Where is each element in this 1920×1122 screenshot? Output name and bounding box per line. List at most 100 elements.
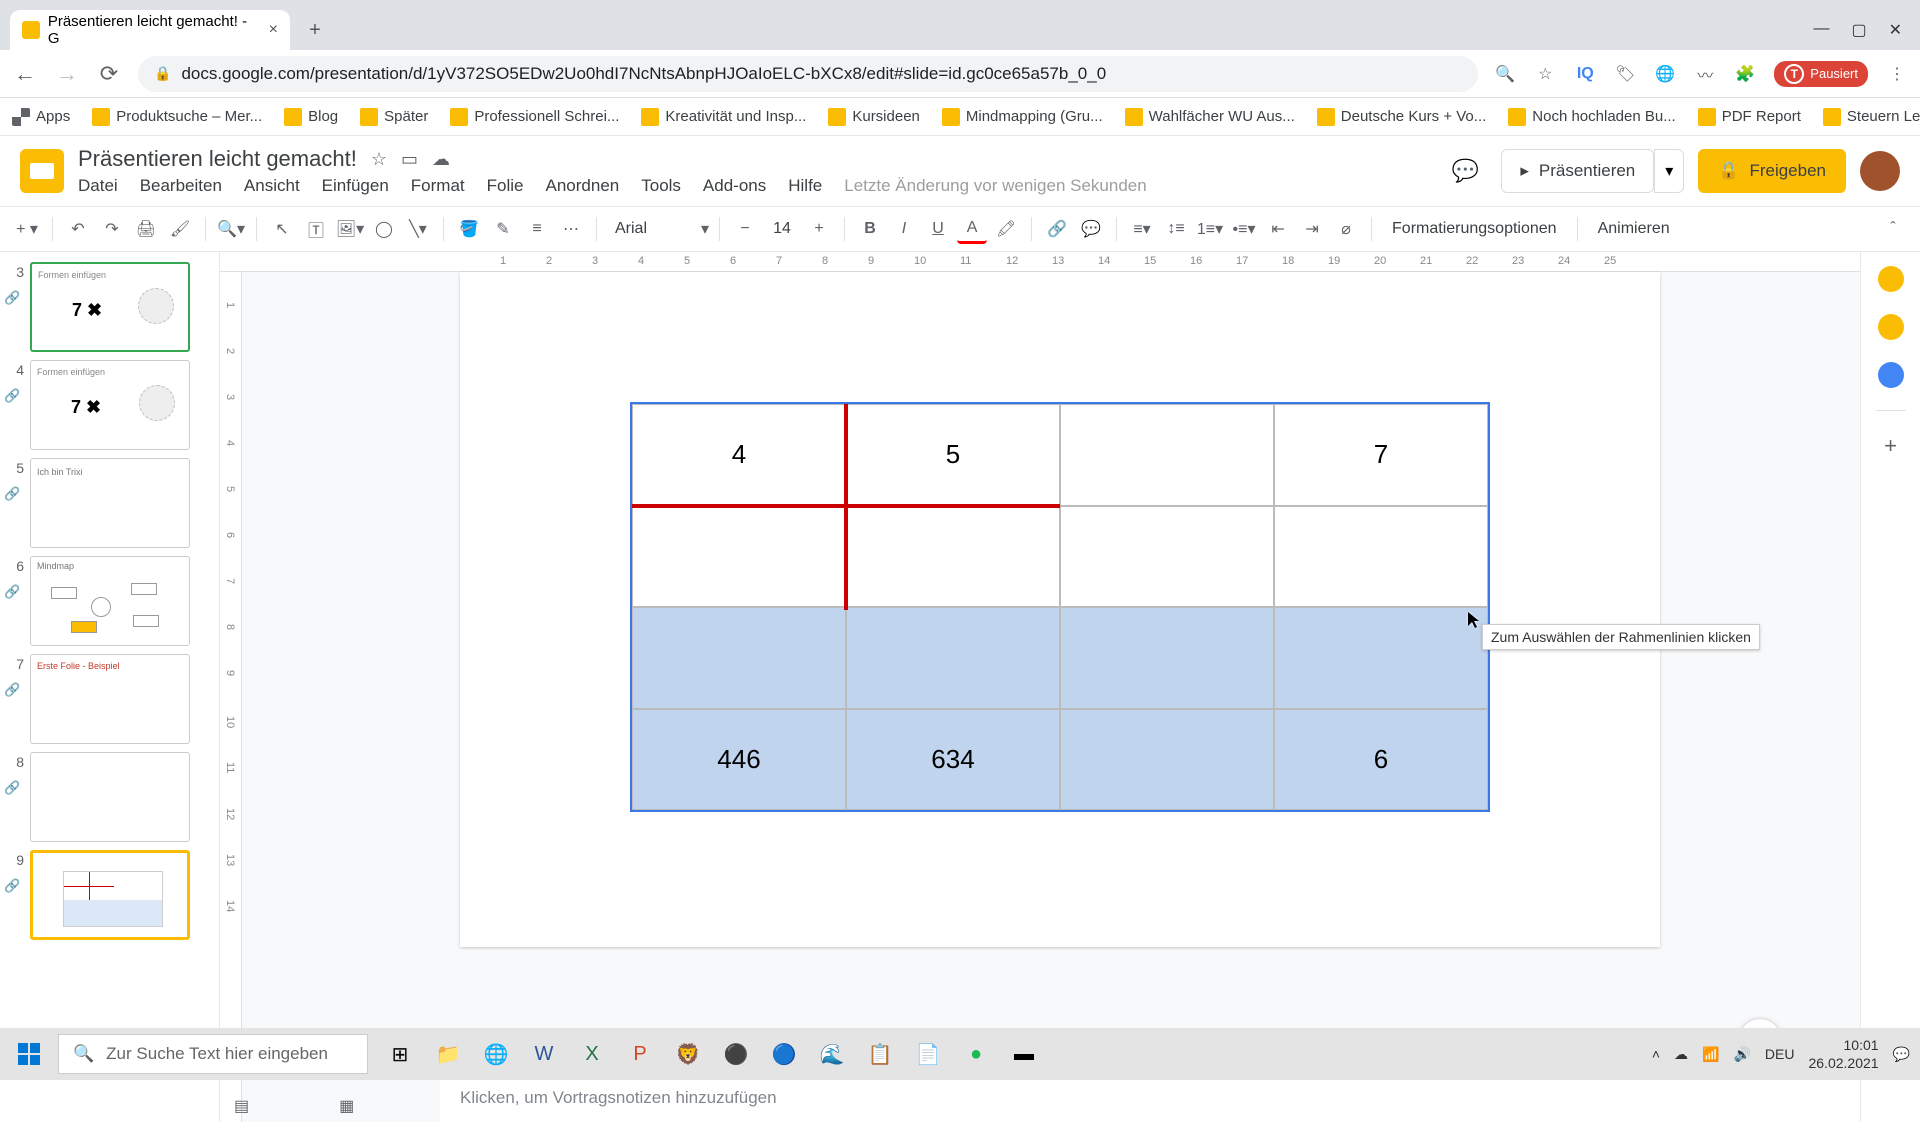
- reload-button[interactable]: ⟳: [96, 61, 122, 87]
- tray-wifi-icon[interactable]: 📶: [1702, 1046, 1719, 1063]
- star-icon[interactable]: ☆: [1534, 63, 1556, 85]
- table-cell[interactable]: 634: [846, 709, 1060, 811]
- animate-button[interactable]: Animieren: [1588, 220, 1680, 238]
- decrease-font-button[interactable]: −: [730, 214, 760, 244]
- add-addon-button[interactable]: +: [1884, 433, 1897, 459]
- text-color-button[interactable]: A: [957, 214, 987, 244]
- slide-panel[interactable]: 3 🔗 Formen einfügen 7 ✖ 4 🔗 Formen einfü…: [0, 252, 220, 1122]
- close-window-icon[interactable]: ✕: [1889, 20, 1902, 40]
- table-cell[interactable]: 4: [632, 404, 846, 506]
- obs-icon[interactable]: ⚫: [714, 1034, 758, 1074]
- font-size-input[interactable]: 14: [764, 220, 800, 238]
- apps-button[interactable]: Apps: [12, 108, 70, 126]
- extension-tag-icon[interactable]: 🏷: [1614, 63, 1636, 85]
- add-comment-button[interactable]: 💬: [1076, 214, 1106, 244]
- tray-cloud-icon[interactable]: ☁: [1674, 1046, 1688, 1063]
- table-cell[interactable]: [632, 506, 846, 608]
- decrease-indent-button[interactable]: ⇤: [1263, 214, 1293, 244]
- underline-button[interactable]: U: [923, 214, 953, 244]
- menu-view[interactable]: Ansicht: [244, 176, 300, 196]
- align-button[interactable]: ≡▾: [1127, 214, 1157, 244]
- table-cell[interactable]: [1060, 404, 1274, 506]
- maximize-icon[interactable]: ▢: [1851, 20, 1866, 40]
- spotify-icon[interactable]: ●: [954, 1034, 998, 1074]
- border-weight-button[interactable]: ≡: [522, 214, 552, 244]
- menu-edit[interactable]: Bearbeiten: [140, 176, 222, 196]
- slide-thumb-8[interactable]: 8 🔗: [0, 748, 219, 846]
- table-cell[interactable]: [1060, 607, 1274, 709]
- filmstrip-view-button[interactable]: ▤: [234, 1096, 249, 1116]
- undo-button[interactable]: ↶: [63, 214, 93, 244]
- grid-view-button[interactable]: ▦: [339, 1096, 354, 1116]
- slide-thumb-9[interactable]: 9 🔗: [0, 846, 219, 944]
- increase-indent-button[interactable]: ⇥: [1297, 214, 1327, 244]
- table-cell[interactable]: [1274, 607, 1488, 709]
- edge2-icon[interactable]: 🌊: [810, 1034, 854, 1074]
- star-doc-icon[interactable]: ☆: [371, 149, 387, 170]
- back-button[interactable]: ←: [12, 61, 38, 87]
- close-icon[interactable]: ×: [269, 21, 278, 39]
- numbered-list-button[interactable]: 1≡▾: [1195, 214, 1225, 244]
- table-cell[interactable]: [1274, 506, 1488, 608]
- bookmark-item[interactable]: Produktsuche – Mer...: [92, 108, 262, 126]
- present-dropdown[interactable]: ▾: [1654, 149, 1684, 193]
- tasks-addon-icon[interactable]: [1878, 362, 1904, 388]
- move-doc-icon[interactable]: ▭: [401, 149, 418, 170]
- table-cell[interactable]: [1060, 709, 1274, 811]
- present-button[interactable]: ▸ Präsentieren: [1501, 149, 1654, 193]
- comments-button[interactable]: 💬: [1443, 149, 1487, 193]
- app2-icon[interactable]: 📄: [906, 1034, 950, 1074]
- italic-button[interactable]: I: [889, 214, 919, 244]
- last-edit-text[interactable]: Letzte Änderung vor wenigen Sekunden: [844, 176, 1146, 196]
- format-options-button[interactable]: Formatierungsoptionen: [1382, 220, 1567, 238]
- collapse-toolbar-button[interactable]: ˆ: [1878, 214, 1908, 244]
- file-explorer-icon[interactable]: 📁: [426, 1034, 470, 1074]
- menu-insert[interactable]: Einfügen: [322, 176, 389, 196]
- line-spacing-button[interactable]: ↕≡: [1161, 214, 1191, 244]
- brave-icon[interactable]: 🦁: [666, 1034, 710, 1074]
- bookmark-item[interactable]: Später: [360, 108, 428, 126]
- profile-paused-badge[interactable]: T Pausiert: [1774, 61, 1868, 87]
- insert-link-button[interactable]: 🔗: [1042, 214, 1072, 244]
- textbox-tool[interactable]: 🅃: [301, 214, 331, 244]
- table-cell[interactable]: 5: [846, 404, 1060, 506]
- account-avatar[interactable]: [1860, 151, 1900, 191]
- border-color-button[interactable]: ✎: [488, 214, 518, 244]
- tray-language[interactable]: DEU: [1765, 1046, 1795, 1062]
- bold-button[interactable]: B: [855, 214, 885, 244]
- app-icon[interactable]: 📋: [858, 1034, 902, 1074]
- tray-chevron-icon[interactable]: ˄: [1652, 1046, 1660, 1062]
- table-cell[interactable]: [1060, 506, 1274, 608]
- shape-tool[interactable]: ◯: [369, 214, 399, 244]
- new-tab-button[interactable]: +: [300, 15, 330, 45]
- calendar-addon-icon[interactable]: [1878, 266, 1904, 292]
- table-cell[interactable]: [846, 607, 1060, 709]
- extension-globe-icon[interactable]: 🌐: [1654, 63, 1676, 85]
- notifications-icon[interactable]: 💬: [1893, 1046, 1910, 1063]
- table-cell[interactable]: 7: [1274, 404, 1488, 506]
- zoom-button[interactable]: 🔍▾: [216, 214, 246, 244]
- slide-thumb-7[interactable]: 7 🔗 Erste Folie - Beispiel: [0, 650, 219, 748]
- doc-title[interactable]: Präsentieren leicht gemacht!: [78, 146, 357, 172]
- table-cell[interactable]: [632, 607, 846, 709]
- menu-tools[interactable]: Tools: [641, 176, 681, 196]
- fill-color-button[interactable]: 🪣: [454, 214, 484, 244]
- excel-icon[interactable]: X: [570, 1034, 614, 1074]
- bookmark-item[interactable]: Professionell Schrei...: [450, 108, 619, 126]
- table-cell[interactable]: 446: [632, 709, 846, 811]
- clear-formatting-button[interactable]: ⌀: [1331, 214, 1361, 244]
- slides-logo[interactable]: [20, 149, 64, 193]
- keep-addon-icon[interactable]: [1878, 314, 1904, 340]
- start-button[interactable]: [0, 1028, 58, 1080]
- line-tool[interactable]: ╲▾: [403, 214, 433, 244]
- menu-format[interactable]: Format: [411, 176, 465, 196]
- tray-volume-icon[interactable]: 🔊: [1733, 1046, 1750, 1063]
- extensions-icon[interactable]: 🧩: [1734, 63, 1756, 85]
- new-slide-button[interactable]: + ▾: [12, 214, 42, 244]
- slide-thumb-6[interactable]: 6 🔗 Mindmap: [0, 552, 219, 650]
- share-button[interactable]: 🔒 Freigeben: [1698, 149, 1846, 193]
- menu-arrange[interactable]: Anordnen: [546, 176, 620, 196]
- forward-button[interactable]: →: [54, 61, 80, 87]
- menu-help[interactable]: Hilfe: [788, 176, 822, 196]
- font-family-select[interactable]: Arial: [607, 220, 697, 238]
